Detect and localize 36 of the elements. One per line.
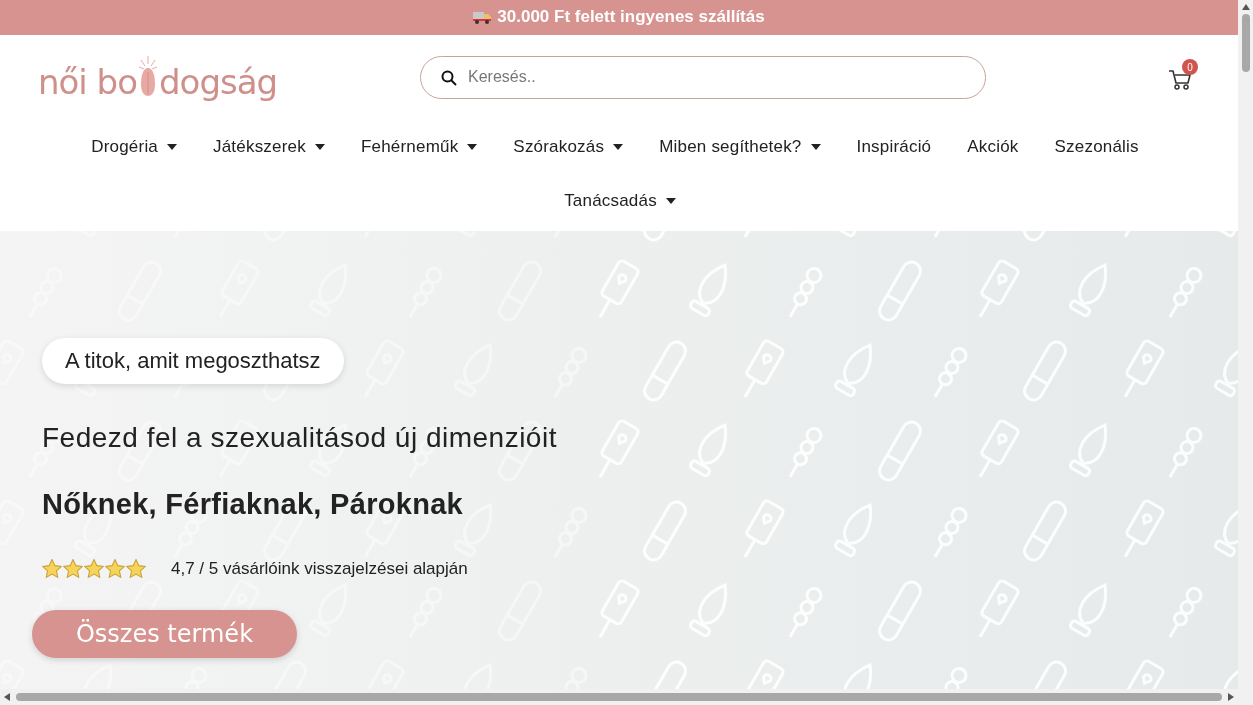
- hero-subheadline: Nőknek, Férfiaknak, Pároknak: [42, 487, 464, 521]
- scroll-up-icon[interactable]: [1241, 4, 1250, 10]
- nav-link[interactable]: Tanácsadás: [546, 173, 694, 228]
- search-field[interactable]: Keresés..: [420, 55, 986, 99]
- hero-headline: Fedezd fel a szexualitásod új dimenzióit: [42, 421, 557, 454]
- horizontal-scrollbar[interactable]: [16, 693, 1222, 701]
- nav-link[interactable]: Akciók: [949, 119, 1037, 174]
- announcement-text: 30.000 Ft felett ingyenes szállítás: [497, 7, 765, 28]
- star-icon: [84, 559, 104, 579]
- nav-link[interactable]: Inspiráció: [838, 119, 950, 174]
- nav-link[interactable]: Szezonális: [1036, 119, 1157, 174]
- caret-icon: [665, 197, 676, 204]
- caret-icon: [167, 143, 177, 150]
- cart-count-badge: 0: [1182, 59, 1198, 76]
- truck-icon: [473, 10, 492, 25]
- vertical-scrollbar[interactable]: [1241, 14, 1250, 72]
- tagline-pill: A titok, amit megoszthatsz: [42, 337, 344, 384]
- nav-link[interactable]: Szórakozás: [495, 119, 642, 174]
- scroll-right-icon[interactable]: [1228, 693, 1234, 701]
- nav-link[interactable]: Fehérneműk: [342, 119, 496, 174]
- nav-link[interactable]: Drogéria: [73, 119, 195, 174]
- nav-link[interactable]: Miben segíthetek?: [641, 119, 839, 174]
- cart-icon: [1168, 69, 1192, 92]
- scroll-left-icon[interactable]: [4, 693, 10, 701]
- cart-button[interactable]: 0: [1168, 59, 1200, 96]
- search-icon: [441, 69, 457, 86]
- caret-icon: [613, 143, 624, 150]
- star-icon: [126, 559, 146, 579]
- caret-icon: [314, 143, 325, 150]
- caret-icon: [810, 143, 821, 150]
- rating-text: 4,7 / 5 vásárlóink visszajelzései alapján: [171, 558, 468, 579]
- nav-link[interactable]: Játékszerek: [195, 119, 343, 174]
- star-icon: [105, 559, 125, 579]
- star-icon: [63, 559, 83, 579]
- caret-icon: [467, 143, 478, 150]
- star-icon: [42, 559, 62, 579]
